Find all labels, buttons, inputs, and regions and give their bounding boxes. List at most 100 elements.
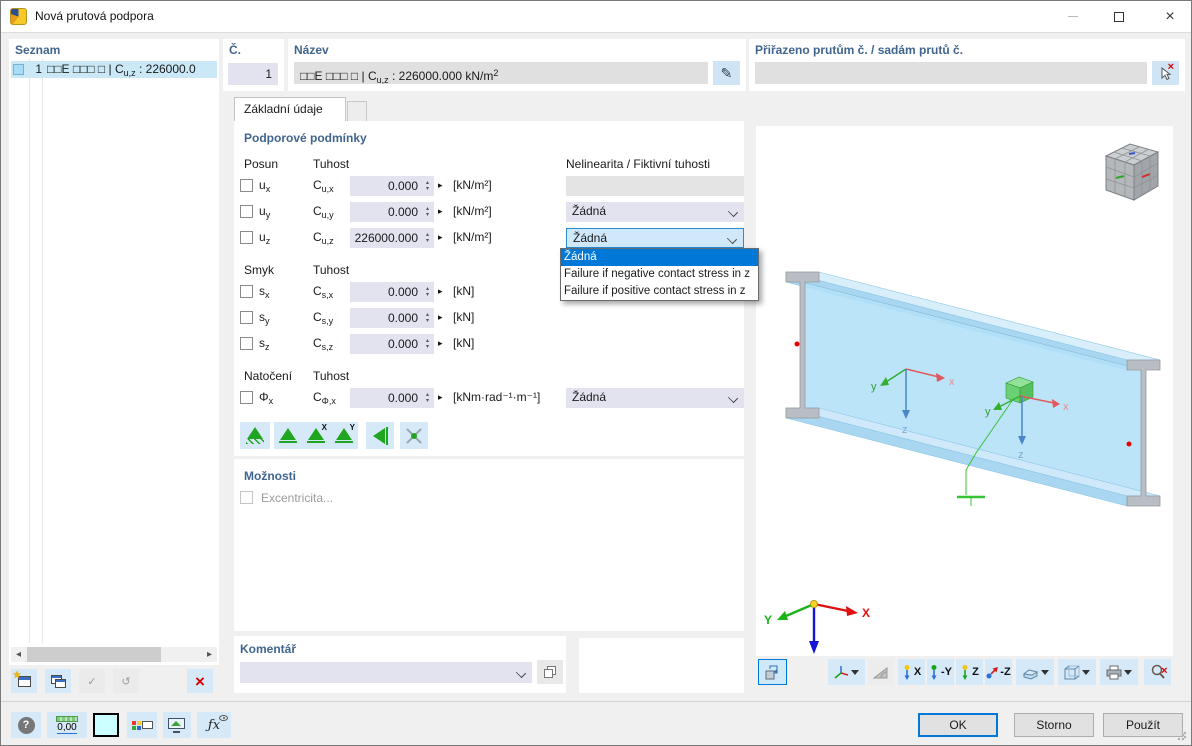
eccentricity-label: Excentricita... bbox=[261, 491, 334, 505]
spinner-control[interactable]: ▴ ▾ bbox=[421, 282, 434, 302]
delete-support-button[interactable]: × bbox=[187, 669, 213, 693]
print-button[interactable] bbox=[1100, 659, 1138, 685]
checkbox-sx[interactable] bbox=[240, 285, 253, 298]
parameter-pick-button[interactable]: ▸ bbox=[438, 232, 443, 243]
view-minus-z-button[interactable]: -Z bbox=[985, 659, 1012, 685]
list-item-label: □□E □□□ □ | Cu,z : 226000.0 bbox=[47, 62, 196, 78]
viewport-3d[interactable]: x y z x y z X Y Z bbox=[756, 126, 1173, 671]
preset-free-support-button[interactable] bbox=[400, 422, 428, 449]
checkbox-sz[interactable] bbox=[240, 337, 253, 350]
units-settings-button[interactable]: 0,00 bbox=[47, 712, 87, 738]
comment-combobox[interactable] bbox=[240, 662, 532, 683]
preset-sliding-y-support-button[interactable]: Y bbox=[330, 422, 358, 449]
formula-visibility-button[interactable]: ƒx bbox=[197, 712, 231, 738]
zoom-reset-button[interactable]: × bbox=[1144, 659, 1171, 685]
parameter-pick-button[interactable]: ▸ bbox=[438, 206, 443, 217]
view-minus-y-button[interactable]: -Y bbox=[927, 659, 954, 685]
stiffness-input-sy[interactable]: 0.000 ▴ ▾ bbox=[350, 308, 434, 328]
display-properties-button[interactable] bbox=[127, 712, 157, 738]
check-all-icon: ✓ bbox=[87, 675, 97, 688]
viewport-mode-button[interactable] bbox=[758, 659, 787, 685]
close-button[interactable]: × bbox=[1147, 1, 1192, 32]
spinner-control[interactable]: ▴ ▾ bbox=[421, 334, 434, 354]
tab-basic-data[interactable]: Základní údaje bbox=[234, 97, 346, 122]
dropdown-option-none[interactable]: Žádná bbox=[561, 249, 758, 266]
name-field[interactable]: □□E □□□ □ | Cu,z : 226000.000 kN/m2 bbox=[294, 62, 708, 84]
name-label: Název bbox=[294, 43, 329, 57]
list-item[interactable]: 1 □□E □□□ □ | Cu,z : 226000.0 bbox=[11, 61, 217, 78]
scroll-right-arrow[interactable]: ▸ bbox=[202, 647, 217, 662]
scroll-left-arrow[interactable]: ◂ bbox=[11, 647, 26, 662]
symbol-csx: Cs,x bbox=[313, 284, 334, 300]
list-horizontal-scrollbar[interactable]: ◂ ▸ bbox=[11, 647, 217, 662]
cancel-button[interactable]: Storno bbox=[1014, 713, 1094, 737]
stiffness-input-phix[interactable]: 0.000 ▴ ▾ bbox=[350, 388, 434, 408]
list-gridline bbox=[29, 59, 30, 643]
parameter-pick-button[interactable]: ▸ bbox=[438, 392, 443, 403]
maximize-button[interactable] bbox=[1096, 1, 1142, 32]
row-sz: sz Cs,z 0.000 ▴ ▾ ▸ [kN] bbox=[240, 334, 740, 354]
stiffness-input-sx[interactable]: 0.000 ▴ ▾ bbox=[350, 282, 434, 302]
pencil-icon: ✎ bbox=[720, 64, 733, 81]
spinner-control[interactable]: ▴ ▾ bbox=[421, 228, 434, 248]
preset-hinged-support-button[interactable] bbox=[274, 422, 302, 449]
comment-copy-button[interactable] bbox=[537, 660, 563, 684]
clear-assignment-button[interactable]: × bbox=[1152, 61, 1179, 85]
stiffness-input-uy[interactable]: 0.000 ▴ ▾ bbox=[350, 202, 434, 222]
nonlinearity-select-phix[interactable]: Žádná bbox=[566, 388, 744, 408]
spinner-control[interactable]: ▴ ▾ bbox=[421, 308, 434, 328]
magnifier-x-icon: × bbox=[1150, 664, 1168, 680]
dialog-icon bbox=[10, 8, 27, 25]
view-z-button[interactable]: Z bbox=[956, 659, 983, 685]
shear-stiffness-header: Tuhost bbox=[313, 263, 350, 277]
dropdown-option-pos[interactable]: Failure if positive contact stress in z bbox=[561, 283, 758, 300]
stiffness-input-ux[interactable]: 0.000 ▴ ▾ bbox=[350, 176, 434, 196]
symbol-csy: Cs,y bbox=[313, 310, 334, 326]
assigned-members-field[interactable] bbox=[755, 62, 1147, 84]
name-card: Název □□E □□□ □ | Cu,z : 226000.000 kN/m… bbox=[288, 39, 746, 91]
parameter-pick-button[interactable]: ▸ bbox=[438, 286, 443, 297]
preset-lateral-support-button[interactable] bbox=[366, 422, 394, 449]
edit-name-button[interactable]: ✎ bbox=[713, 61, 740, 85]
ok-button[interactable]: OK bbox=[918, 713, 998, 737]
parameter-pick-button[interactable]: ▸ bbox=[438, 312, 443, 323]
stiffness-input-sz[interactable]: 0.000 ▴ ▾ bbox=[350, 334, 434, 354]
nonlinearity-select-uz[interactable]: Žádná bbox=[566, 228, 744, 248]
parameter-pick-button[interactable]: ▸ bbox=[438, 180, 443, 191]
spinner-control[interactable]: ▴ ▾ bbox=[421, 388, 434, 408]
parameter-pick-button[interactable]: ▸ bbox=[438, 338, 443, 349]
checkbox-uy[interactable] bbox=[240, 205, 253, 218]
stiffness-input-uz[interactable]: 226000.000 ▴ ▾ bbox=[350, 228, 434, 248]
help-button[interactable]: ? bbox=[11, 712, 41, 738]
spinner-control[interactable]: ▴ ▾ bbox=[421, 202, 434, 222]
chevron-down-icon bbox=[727, 206, 739, 218]
color-swatch-button[interactable] bbox=[93, 713, 119, 737]
nonlinearity-select-uy[interactable]: Žádná bbox=[566, 202, 744, 222]
checkbox-uz[interactable] bbox=[240, 231, 253, 244]
dropdown-option-neg[interactable]: Failure if negative contact stress in z bbox=[561, 266, 758, 283]
preset-sliding-x-support-button[interactable]: X bbox=[302, 422, 330, 449]
axis-x-label: x bbox=[1063, 401, 1069, 413]
new-support-button[interactable]: ★ bbox=[11, 669, 37, 693]
unit-label-ux: [kN/m²] bbox=[453, 178, 492, 192]
axes-display-button[interactable] bbox=[828, 659, 865, 685]
scrollbar-thumb[interactable] bbox=[27, 647, 161, 662]
copy-support-button[interactable] bbox=[45, 669, 71, 693]
unit-label-uy: [kN/m²] bbox=[453, 204, 492, 218]
base-line-icon bbox=[279, 441, 297, 443]
resize-grip[interactable] bbox=[1177, 731, 1187, 741]
spinner-control[interactable]: ▴ ▾ bbox=[421, 176, 434, 196]
view-x-button[interactable]: X bbox=[898, 659, 925, 685]
checkbox-ux[interactable] bbox=[240, 179, 253, 192]
apply-button[interactable]: Použít bbox=[1103, 713, 1183, 737]
wireframe-display-button[interactable] bbox=[1058, 659, 1096, 685]
window-icon bbox=[141, 721, 153, 729]
preset-fixed-support-button[interactable] bbox=[240, 422, 270, 449]
navigation-cube[interactable] bbox=[1104, 143, 1160, 201]
checkbox-phix[interactable] bbox=[240, 391, 253, 404]
viewport-toolbar: X -Y Z -Z × bbox=[756, 659, 1173, 687]
comment-title: Komentář bbox=[240, 642, 297, 656]
rendering-options-button[interactable] bbox=[163, 712, 191, 738]
solid-display-button[interactable] bbox=[1016, 659, 1054, 685]
checkbox-sy[interactable] bbox=[240, 311, 253, 324]
